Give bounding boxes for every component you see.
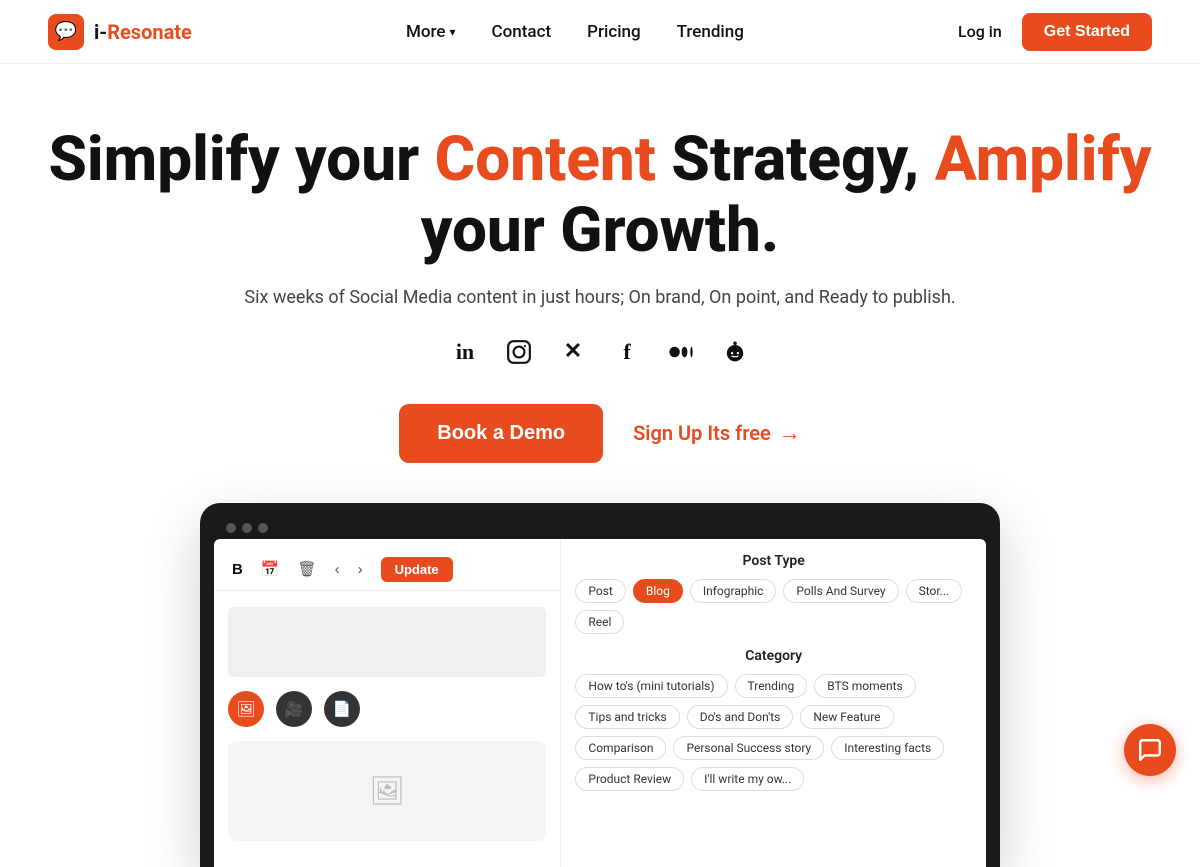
hero-subtitle: Six weeks of Social Media content in jus…: [20, 287, 1180, 308]
tag-story[interactable]: Stor...: [906, 579, 963, 603]
social-icons-row: in ✕ f: [20, 336, 1180, 368]
tag-post[interactable]: Post: [575, 579, 625, 603]
reddit-icon[interactable]: [719, 336, 751, 368]
media-icon-row: 🖼 🎥 📄: [228, 691, 546, 727]
nav-trending[interactable]: Trending: [677, 22, 744, 42]
medium-icon[interactable]: [665, 336, 697, 368]
tag-new-feature[interactable]: New Feature: [800, 705, 893, 729]
category-tags: How to's (mini tutorials) Trending BTS m…: [575, 674, 972, 791]
tag-polls[interactable]: Polls And Survey: [783, 579, 898, 603]
device-top-bar: [214, 517, 986, 539]
editor-toolbar: B 📅 🗑 ‹ › Update: [214, 549, 560, 591]
screen-right-panel: Post Type Post Blog Infographic Polls An…: [561, 539, 986, 867]
cta-row: Book a Demo Sign Up Its free →: [20, 404, 1180, 463]
device-dot-2: [242, 523, 252, 533]
tag-howto[interactable]: How to's (mini tutorials): [575, 674, 727, 698]
app-preview: B 📅 🗑 ‹ › Update 🖼 🎥 📄 🖼: [200, 503, 1000, 867]
logo-text: i-Resonate: [94, 20, 192, 44]
signup-arrow-icon: →: [779, 420, 801, 446]
editor-content: 🖼 🎥 📄 🖼: [214, 591, 560, 857]
tag-write-own[interactable]: I'll write my ow...: [691, 767, 804, 791]
get-started-button[interactable]: Get Started: [1022, 13, 1152, 51]
delete-button[interactable]: 🗑: [294, 558, 321, 580]
content-placeholder: [228, 607, 546, 677]
device-frame: B 📅 🗑 ‹ › Update 🖼 🎥 📄 🖼: [200, 503, 1000, 867]
tag-trending[interactable]: Trending: [735, 674, 808, 698]
instagram-icon[interactable]: [503, 336, 535, 368]
tag-dos[interactable]: Do's and Don'ts: [687, 705, 794, 729]
nav-more[interactable]: More ▾: [406, 22, 456, 42]
tag-reel[interactable]: Reel: [575, 610, 624, 634]
device-screen: B 📅 🗑 ‹ › Update 🖼 🎥 📄 🖼: [214, 539, 986, 867]
navbar: 💬 i-Resonate More ▾ Contact Pricing Tren…: [0, 0, 1200, 64]
logo-icon: 💬: [48, 14, 84, 50]
hero-title: Simplify your Content Strategy, Amplify …: [20, 124, 1180, 267]
post-type-tags: Post Blog Infographic Polls And Survey S…: [575, 579, 972, 634]
nav-contact[interactable]: Contact: [492, 22, 552, 42]
tag-bts[interactable]: BTS moments: [814, 674, 916, 698]
tag-personal-success[interactable]: Personal Success story: [673, 736, 824, 760]
screen-left-panel: B 📅 🗑 ‹ › Update 🖼 🎥 📄 🖼: [214, 539, 561, 867]
image-icon: 🖼: [369, 774, 405, 807]
chat-bubble-button[interactable]: [1124, 724, 1176, 776]
image-placeholder: 🖼: [228, 741, 546, 841]
nav-pricing[interactable]: Pricing: [587, 22, 641, 42]
video-media-icon[interactable]: 🎥: [276, 691, 312, 727]
book-demo-button[interactable]: Book a Demo: [399, 404, 603, 463]
login-button[interactable]: Log in: [958, 22, 1002, 41]
tag-blog[interactable]: Blog: [633, 579, 683, 603]
facebook-icon[interactable]: f: [611, 336, 643, 368]
nav-right: Log in Get Started: [958, 13, 1152, 51]
x-twitter-icon[interactable]: ✕: [557, 336, 589, 368]
device-dot-1: [226, 523, 236, 533]
category-label: Category: [575, 648, 972, 664]
calendar-button[interactable]: 📅: [257, 558, 284, 580]
tag-tips[interactable]: Tips and tricks: [575, 705, 679, 729]
device-dot-3: [258, 523, 268, 533]
tag-product-review[interactable]: Product Review: [575, 767, 684, 791]
hero-section: Simplify your Content Strategy, Amplify …: [0, 64, 1200, 493]
image-media-icon[interactable]: 🖼: [228, 691, 264, 727]
signup-link[interactable]: Sign Up Its free →: [633, 420, 801, 446]
nav-links: More ▾ Contact Pricing Trending: [406, 22, 744, 42]
device-dots: [226, 523, 268, 533]
back-button[interactable]: ‹: [331, 559, 344, 580]
tag-comparison[interactable]: Comparison: [575, 736, 666, 760]
update-button[interactable]: Update: [381, 557, 453, 582]
tag-infographic[interactable]: Infographic: [690, 579, 777, 603]
chevron-down-icon: ▾: [450, 25, 456, 39]
signup-label: Sign Up Its free: [633, 421, 771, 445]
logo[interactable]: 💬 i-Resonate: [48, 14, 192, 50]
post-type-label: Post Type: [575, 553, 972, 569]
linkedin-icon[interactable]: in: [449, 336, 481, 368]
tag-interesting[interactable]: Interesting facts: [831, 736, 944, 760]
file-media-icon[interactable]: 📄: [324, 691, 360, 727]
bold-button[interactable]: B: [228, 559, 247, 580]
forward-button[interactable]: ›: [354, 559, 367, 580]
